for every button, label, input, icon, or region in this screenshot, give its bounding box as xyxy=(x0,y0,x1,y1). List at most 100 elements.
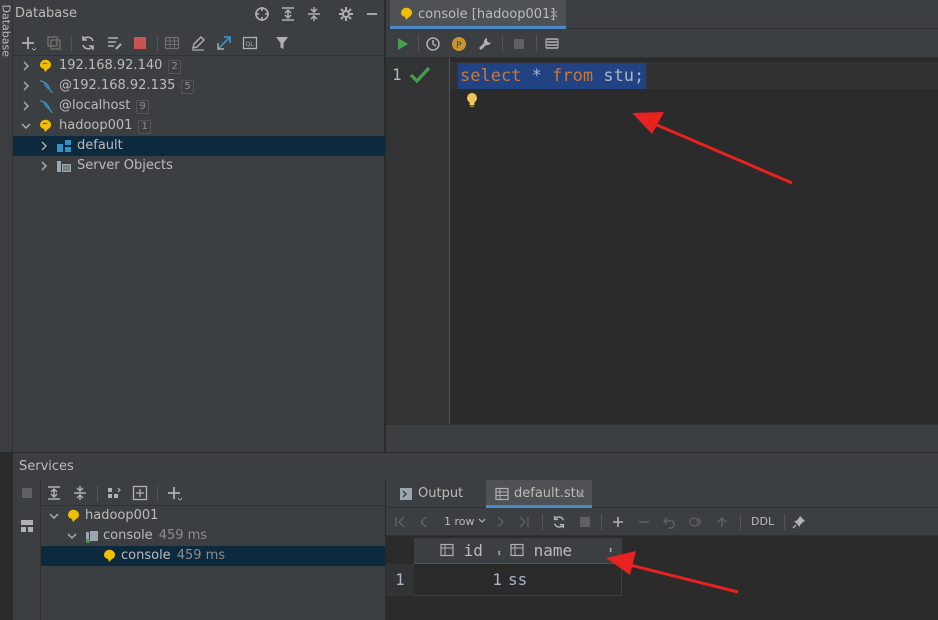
tree-item-label: @localhost xyxy=(59,98,131,113)
jump-to-source-icon[interactable] xyxy=(215,34,233,52)
collapse-all-icon[interactable] xyxy=(71,484,89,502)
minimize-icon[interactable] xyxy=(363,5,381,23)
tree-item-192-168-92-140[interactable]: 192.168.92.140 2 xyxy=(13,56,385,76)
pin-icon[interactable] xyxy=(791,514,807,530)
services-item-hadoop001[interactable]: hadoop001 xyxy=(41,506,385,526)
count-badge: 1 xyxy=(138,120,151,134)
last-page-icon[interactable] xyxy=(516,514,532,530)
column-label: id xyxy=(463,541,483,560)
services-item-label: hadoop001 xyxy=(85,508,159,523)
tab-console-hadoop001[interactable]: console [hadoop001] xyxy=(390,0,566,29)
results-panel: Output default.stu 1 row DDL id ⬍ name ⬍… xyxy=(386,480,938,620)
expand-all-icon[interactable] xyxy=(279,5,297,23)
add-row-icon[interactable] xyxy=(610,514,626,530)
left-tool-stripe: Database xyxy=(0,0,13,452)
mysql-icon xyxy=(37,97,55,115)
chevron-right-icon[interactable] xyxy=(19,99,33,113)
stop-icon[interactable] xyxy=(131,34,149,52)
chevron-right-icon[interactable] xyxy=(19,59,33,73)
row-count-dropdown[interactable]: 1 row xyxy=(444,515,486,528)
hive-icon xyxy=(65,507,83,525)
tab-default-stu[interactable]: default.stu xyxy=(486,480,592,508)
editor-toolbar: P xyxy=(386,29,938,58)
wrench-icon[interactable] xyxy=(476,35,494,53)
history-icon[interactable] xyxy=(424,35,442,53)
services-item-console-session[interactable]: console 459 ms xyxy=(41,526,385,546)
results-toolbar: 1 row DDL xyxy=(386,508,938,536)
svg-text:P: P xyxy=(456,41,462,51)
gear-icon[interactable] xyxy=(337,5,355,23)
services-item-label: console xyxy=(103,528,153,543)
tree-item-hadoop001[interactable]: hadoop001 1 xyxy=(13,116,385,136)
chevron-down-icon xyxy=(478,515,486,528)
refresh-icon[interactable] xyxy=(79,34,97,52)
table-view-icon[interactable] xyxy=(543,35,561,53)
tab-output[interactable]: Output xyxy=(392,480,476,508)
tree-item-192-168-92-135[interactable]: @192.168.92.135 5 xyxy=(13,76,385,96)
sort-icon[interactable]: ⬍ xyxy=(608,538,613,564)
expand-all-icon[interactable] xyxy=(45,484,63,502)
chevron-down-icon[interactable] xyxy=(47,509,61,523)
revert-icon[interactable] xyxy=(662,514,678,530)
table-row[interactable]: 1 ss xyxy=(414,564,622,596)
tree-item-server-objects[interactable]: Server Objects xyxy=(13,156,385,176)
first-page-icon[interactable] xyxy=(392,514,408,530)
close-icon[interactable] xyxy=(547,7,561,21)
stop-icon[interactable] xyxy=(577,514,593,530)
crosshair-icon[interactable] xyxy=(253,5,271,23)
hive-icon xyxy=(37,57,55,75)
compare-icon[interactable] xyxy=(688,514,704,530)
add-service-icon[interactable] xyxy=(165,484,183,502)
database-stripe-button[interactable]: Database xyxy=(0,5,13,58)
group-by-icon[interactable] xyxy=(105,484,123,502)
previous-page-icon[interactable] xyxy=(416,514,432,530)
schema-settings-icon[interactable] xyxy=(105,34,123,52)
results-tab-bar: Output default.stu xyxy=(386,480,938,508)
tree-item-default[interactable]: default xyxy=(13,136,385,156)
chevron-down-icon[interactable] xyxy=(19,119,33,133)
services-item-label: console xyxy=(121,548,171,563)
row-number: 1 xyxy=(386,564,414,596)
chevron-right-icon[interactable] xyxy=(37,159,51,173)
edit-icon[interactable] xyxy=(189,34,207,52)
sql-editor[interactable]: 1 select * from stu; xyxy=(386,58,938,424)
duration-label: 459 ms xyxy=(158,528,208,543)
tree-item-localhost[interactable]: @localhost 9 xyxy=(13,96,385,116)
column-header-name[interactable]: name ⬍ xyxy=(510,538,620,564)
filter-services-icon[interactable] xyxy=(131,484,149,502)
layout-icon[interactable] xyxy=(19,518,35,534)
sort-icon[interactable]: ⬍ xyxy=(497,549,502,559)
chevron-right-icon[interactable] xyxy=(37,139,51,153)
cell-name[interactable]: ss xyxy=(508,564,608,596)
row-count-label: 1 row xyxy=(444,515,475,528)
console-output-icon xyxy=(398,486,414,502)
database-panel-title: Database xyxy=(15,6,78,21)
close-icon[interactable] xyxy=(574,487,588,501)
collapse-all-icon[interactable] xyxy=(305,5,323,23)
services-item-console[interactable]: console 459 ms xyxy=(41,546,385,566)
next-page-icon[interactable] xyxy=(492,514,508,530)
lightbulb-icon[interactable] xyxy=(464,91,480,109)
console-ql-icon[interactable]: QL xyxy=(241,34,259,52)
stop-icon[interactable] xyxy=(19,485,35,501)
refresh-icon[interactable] xyxy=(551,514,567,530)
database-panel-header: Database xyxy=(13,0,385,28)
duplicate-icon[interactable] xyxy=(45,34,63,52)
table-icon[interactable] xyxy=(163,34,181,52)
ddl-button[interactable]: DDL xyxy=(751,515,774,528)
filter-icon[interactable] xyxy=(273,34,291,52)
run-icon[interactable] xyxy=(393,35,411,53)
table-icon xyxy=(494,486,510,502)
submit-icon[interactable] xyxy=(714,514,730,530)
chevron-down-icon[interactable] xyxy=(65,529,79,543)
sql-code-line[interactable]: select * from stu; xyxy=(458,63,647,89)
editor-status-bar xyxy=(386,424,938,452)
delete-row-icon[interactable] xyxy=(636,514,652,530)
add-icon[interactable] xyxy=(19,34,37,52)
stop-icon[interactable] xyxy=(510,35,528,53)
chevron-right-icon[interactable] xyxy=(19,79,33,93)
hive-icon xyxy=(398,5,416,23)
cell-id[interactable]: 1 xyxy=(414,564,502,596)
transaction-mode-icon[interactable]: P xyxy=(450,35,468,53)
tree-item-label: Server Objects xyxy=(77,158,173,173)
